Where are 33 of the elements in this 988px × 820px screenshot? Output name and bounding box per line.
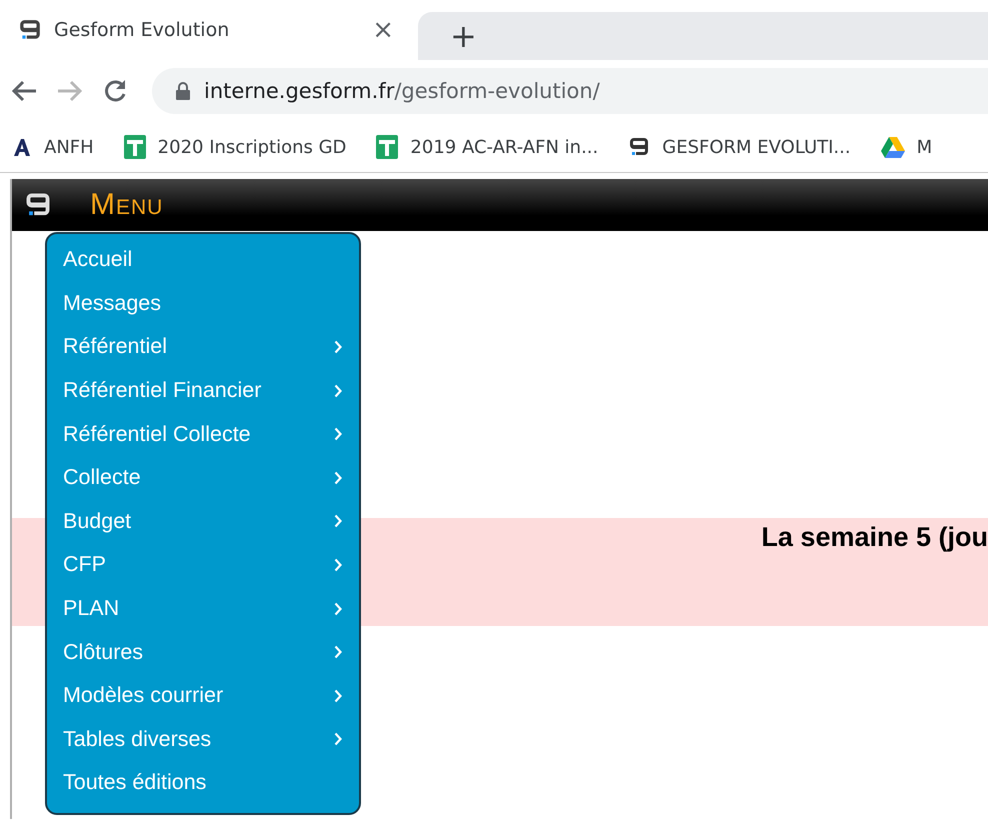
spreadsheet-icon	[124, 135, 146, 159]
gesform-logo-icon	[628, 136, 650, 158]
menu-item[interactable]: Référentiel Collecte	[47, 412, 359, 456]
menu-item[interactable]: Messages	[47, 282, 359, 326]
menu-item[interactable]: Accueil	[47, 238, 359, 282]
menu-item[interactable]: Modèles courrier	[47, 674, 359, 718]
bookmark[interactable]: M	[880, 136, 932, 158]
menu-title[interactable]: Menu	[90, 188, 164, 222]
bookmark[interactable]: GESFORM EVOLUTI...	[628, 136, 851, 158]
back-icon[interactable]	[10, 79, 38, 103]
menu-item[interactable]: Tables diverses	[47, 718, 359, 762]
menu-item[interactable]: Référentiel	[47, 325, 359, 369]
new-tab-button[interactable]: +	[442, 17, 485, 55]
bookmark[interactable]: ANFH	[12, 136, 94, 158]
url-text: interne.gesform.fr/gesform-evolution/	[204, 79, 600, 103]
menu-item[interactable]: Référentiel Financier	[47, 368, 359, 412]
bookmark[interactable]: 2019 AC-AR-AFN in...	[376, 135, 598, 159]
lock-icon	[176, 82, 190, 100]
drive-icon	[880, 136, 905, 158]
address-bar[interactable]: interne.gesform.fr/gesform-evolution/	[152, 68, 988, 114]
menu-item[interactable]: PLAN	[47, 586, 359, 630]
letter-a-icon	[12, 137, 32, 157]
tab-title: Gesform Evolution	[54, 19, 230, 41]
menu-item[interactable]: Budget	[47, 500, 359, 544]
menu-item[interactable]: Collecte	[47, 456, 359, 500]
spreadsheet-icon	[376, 135, 398, 159]
menu-item[interactable]: Toutes éditions	[47, 761, 359, 805]
bookmark[interactable]: 2020 Inscriptions GD	[124, 135, 346, 159]
notice-title: La semaine 5 (jou	[761, 522, 988, 554]
menu-item[interactable]: Clôtures	[47, 630, 359, 674]
close-tab-button[interactable]: ×	[366, 15, 400, 45]
menu-item[interactable]: CFP	[47, 543, 359, 587]
reload-icon[interactable]	[102, 78, 128, 104]
